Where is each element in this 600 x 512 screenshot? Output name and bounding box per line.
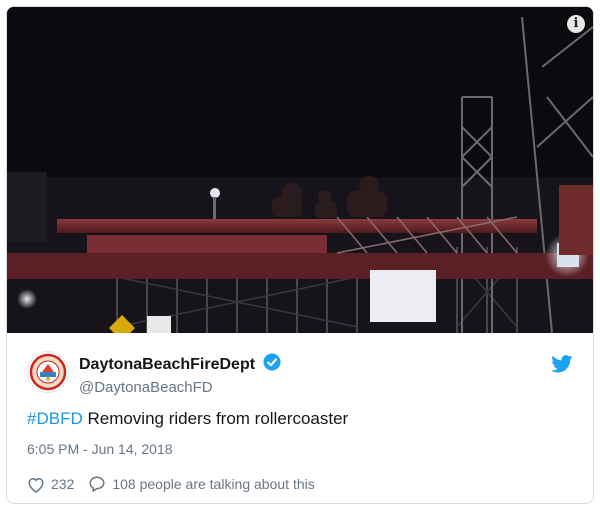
speech-bubble-icon [89, 476, 105, 492]
tweet-actions: 232 108 people are talking about this [27, 475, 329, 493]
rollercoaster-night-photo [7, 7, 593, 333]
like-count: 232 [51, 476, 75, 492]
tweet-body: Removing riders from rollercoaster [82, 409, 349, 428]
tweet-header: DaytonaBeachFireDept @DaytonaBeachFD [27, 351, 573, 396]
verified-badge-icon [263, 353, 281, 376]
hashtag-link[interactable]: #DBFD [27, 409, 83, 428]
heart-icon [28, 477, 44, 493]
like-button[interactable]: 232 [27, 476, 74, 493]
avatar[interactable] [27, 351, 69, 393]
tweet-card[interactable]: i DaytonaBeachFireDept @DaytonaBeachFD #… [6, 6, 594, 504]
timestamp[interactable]: 6:05 PM - Jun 14, 2018 [27, 441, 173, 457]
display-name[interactable]: DaytonaBeachFireDept [79, 356, 255, 374]
handle[interactable]: @DaytonaBeachFD [79, 379, 281, 396]
fire-dept-seal-icon [29, 353, 67, 391]
tweet-text: #DBFD Removing riders from rollercoaster [27, 409, 348, 429]
info-icon[interactable]: i [567, 15, 585, 33]
conversation-link[interactable]: 108 people are talking about this [88, 475, 315, 493]
conversation-text: 108 people are talking about this [112, 476, 315, 492]
tweet-photo[interactable]: i [7, 7, 593, 333]
twitter-bird-icon[interactable] [551, 355, 573, 378]
